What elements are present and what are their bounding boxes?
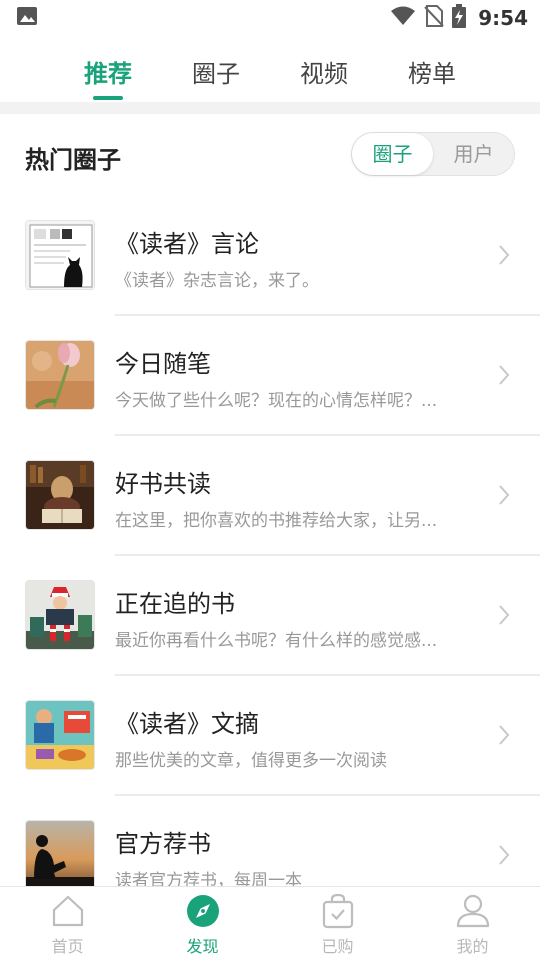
nav-discover[interactable]: 发现 bbox=[135, 887, 270, 960]
nav-profile[interactable]: 我的 bbox=[405, 887, 540, 960]
list-item[interactable]: 《读者》言论 《读者》杂志言论，来了。 bbox=[0, 196, 540, 316]
tulip-image bbox=[25, 340, 95, 410]
circle-title: 今日随笔 bbox=[115, 350, 211, 378]
bottom-nav: 首页 发现 已购 我的 bbox=[0, 886, 540, 960]
divider bbox=[0, 102, 540, 114]
chevron-right-icon bbox=[498, 604, 510, 630]
newspaper-cat-image bbox=[25, 220, 95, 290]
circle-title: 好书共读 bbox=[115, 470, 211, 498]
section-title: 热门圈子 bbox=[25, 146, 121, 174]
chevron-right-icon bbox=[498, 844, 510, 870]
circle-list: 《读者》言论 《读者》杂志言论，来了。 今日随笔 今天做了些什么呢？现在的心情怎… bbox=[0, 196, 540, 916]
segment-toggle: 圈子 用户 bbox=[351, 132, 515, 176]
nav-home[interactable]: 首页 bbox=[0, 887, 135, 960]
section-header: 热门圈子 圈子 用户 bbox=[0, 114, 540, 198]
reading-man-image bbox=[25, 460, 95, 530]
circle-title: 《读者》言论 bbox=[115, 230, 259, 258]
list-item[interactable]: 好书共读 在这里，把你喜欢的书推荐给大家，让另... bbox=[0, 436, 540, 556]
circle-description: 《读者》杂志言论，来了。 bbox=[115, 271, 319, 291]
no-sim-icon bbox=[424, 5, 444, 31]
image-icon bbox=[16, 5, 38, 31]
nav-label: 我的 bbox=[456, 937, 489, 956]
segment-circles[interactable]: 圈子 bbox=[352, 133, 433, 175]
illustration-image bbox=[25, 700, 95, 770]
circle-description: 今天做了些什么呢？现在的心情怎样呢？... bbox=[115, 391, 438, 411]
circle-title: 正在追的书 bbox=[115, 590, 235, 618]
tab-circles[interactable]: 圈子 bbox=[162, 36, 270, 102]
segment-users[interactable]: 用户 bbox=[433, 133, 514, 175]
status-time: 9:54 bbox=[478, 6, 528, 30]
tab-rankings[interactable]: 榜单 bbox=[378, 36, 486, 102]
circle-description: 那些优美的文章，值得更多一次阅读 bbox=[115, 751, 387, 771]
tab-videos[interactable]: 视频 bbox=[270, 36, 378, 102]
profile-icon bbox=[455, 894, 491, 932]
battery-charging-icon bbox=[452, 4, 467, 32]
chevron-right-icon bbox=[498, 364, 510, 390]
list-item[interactable]: 《读者》文摘 那些优美的文章，值得更多一次阅读 bbox=[0, 676, 540, 796]
nav-label: 发现 bbox=[186, 937, 219, 956]
circle-description: 在这里，把你喜欢的书推荐给大家，让另... bbox=[115, 511, 438, 531]
purchased-bag-icon bbox=[321, 893, 355, 933]
nav-purchased[interactable]: 已购 bbox=[270, 887, 405, 960]
circle-description: 最近你再看什么书呢？有什么样的感觉感... bbox=[115, 631, 438, 651]
chevron-right-icon bbox=[498, 484, 510, 510]
silhouette-reading-image bbox=[25, 820, 95, 890]
status-bar: 9:54 bbox=[0, 0, 540, 36]
list-item[interactable]: 今日随笔 今天做了些什么呢？现在的心情怎样呢？... bbox=[0, 316, 540, 436]
chevron-right-icon bbox=[498, 244, 510, 270]
circle-title: 《读者》文摘 bbox=[115, 710, 259, 738]
nav-label: 已购 bbox=[321, 937, 354, 956]
child-reading-image bbox=[25, 580, 95, 650]
compass-icon bbox=[186, 894, 220, 932]
wifi-icon bbox=[390, 6, 416, 30]
tab-recommend[interactable]: 推荐 bbox=[54, 36, 162, 102]
circle-title: 官方荐书 bbox=[115, 830, 211, 858]
list-item[interactable]: 正在追的书 最近你再看什么书呢？有什么样的感觉感... bbox=[0, 556, 540, 676]
home-icon bbox=[50, 894, 86, 932]
top-tabs: 推荐 圈子 视频 榜单 bbox=[0, 36, 540, 102]
nav-label: 首页 bbox=[51, 937, 84, 956]
chevron-right-icon bbox=[498, 724, 510, 750]
